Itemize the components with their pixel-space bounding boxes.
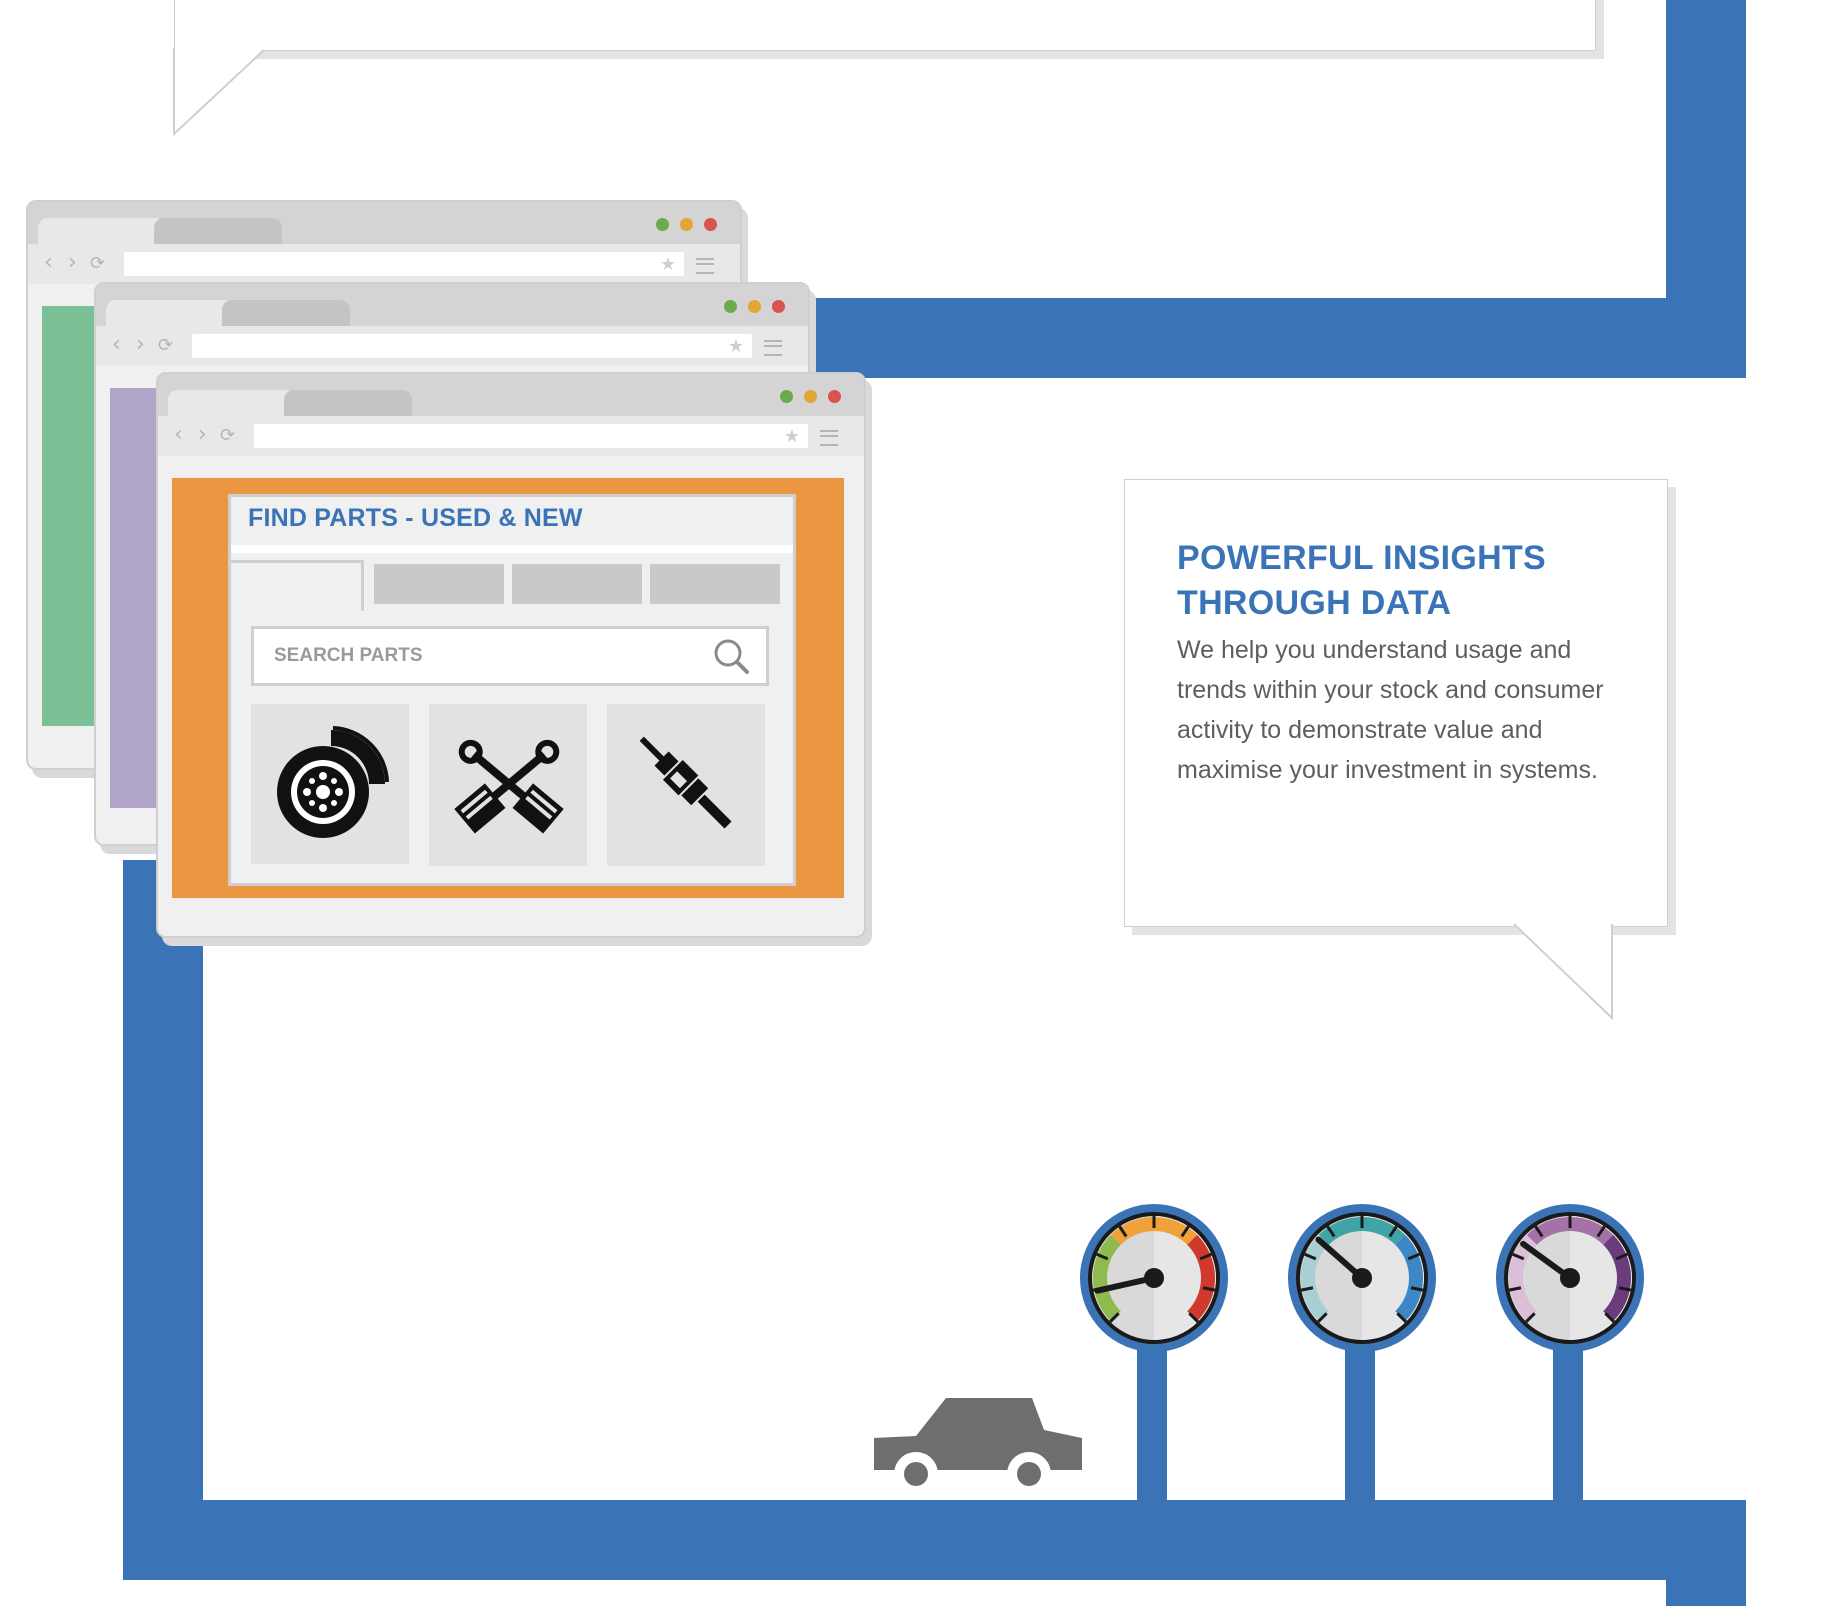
menu-icon[interactable] (820, 430, 838, 446)
browser-toolbar: ‹ › ⟳ ★ (28, 244, 740, 284)
window-dot-yellow[interactable] (748, 300, 761, 313)
gauge-teal (1288, 1204, 1436, 1352)
reload-icon[interactable]: ⟳ (220, 425, 235, 446)
browser-tab[interactable] (106, 300, 234, 326)
gauge-hub (1560, 1268, 1580, 1288)
menu-icon[interactable] (764, 340, 782, 356)
address-bar[interactable]: ★ (254, 424, 808, 448)
window-dot-green[interactable] (656, 218, 669, 231)
bookmark-star-icon[interactable]: ★ (784, 426, 800, 447)
window-dot-red[interactable] (772, 300, 785, 313)
blue-track-right-bottom (1666, 1500, 1746, 1606)
browser-toolbar: ‹ › ⟳ ★ (96, 326, 808, 366)
window-dot-red[interactable] (704, 218, 717, 231)
tab-all-parts[interactable] (231, 560, 364, 611)
parts-finder-title-divider (231, 545, 793, 553)
blue-track-top (730, 298, 1746, 378)
search-parts-placeholder: SEARCH PARTS (274, 645, 423, 666)
browser-tab[interactable] (154, 218, 282, 244)
speech-bubble-top-tail (173, 48, 265, 137)
insights-body: We help you understand usage and trends … (1177, 636, 1604, 784)
window-dot-green[interactable] (780, 390, 793, 403)
browser-tab-strip (96, 284, 808, 326)
blue-track-left (123, 860, 203, 1580)
parts-finder-title: FIND PARTS - USED & NEW (248, 504, 583, 532)
part-tile-engine[interactable] (429, 704, 587, 866)
back-icon[interactable]: ‹ (112, 332, 121, 357)
menu-icon[interactable] (696, 258, 714, 274)
forward-icon[interactable]: › (198, 422, 207, 447)
forward-icon[interactable]: › (136, 332, 145, 357)
forward-icon[interactable]: › (68, 250, 77, 275)
pistons-icon (454, 739, 564, 834)
blue-track-bottom (123, 1500, 1746, 1580)
address-bar[interactable]: ★ (124, 252, 684, 276)
reload-icon[interactable]: ⟳ (90, 253, 105, 274)
bookmark-star-icon[interactable]: ★ (660, 254, 676, 275)
part-tile-ignition[interactable] (607, 704, 765, 866)
tab-category-1[interactable] (374, 564, 504, 604)
tab-category-3[interactable] (650, 564, 780, 604)
spark-plug-icon (639, 736, 732, 829)
gauge-hub (1144, 1268, 1164, 1288)
reload-icon[interactable]: ⟳ (158, 335, 173, 356)
car-icon (874, 1398, 1082, 1492)
gauge-hub (1352, 1268, 1372, 1288)
part-tile-brakes[interactable] (251, 704, 409, 864)
brake-disc-icon (277, 726, 389, 838)
speech-bubble-top (174, 0, 1596, 51)
search-icon[interactable] (712, 637, 750, 675)
back-icon[interactable]: ‹ (44, 250, 53, 275)
browser-toolbar: ‹ › ⟳ ★ (158, 416, 864, 456)
address-bar[interactable]: ★ (192, 334, 752, 358)
back-icon[interactable]: ‹ (174, 422, 183, 447)
window-dot-yellow[interactable] (804, 390, 817, 403)
browser-tab-strip (28, 202, 740, 244)
browser-tab[interactable] (222, 300, 350, 326)
bookmark-star-icon[interactable]: ★ (728, 336, 744, 357)
search-parts-input[interactable]: SEARCH PARTS (251, 626, 769, 686)
tab-category-2[interactable] (512, 564, 642, 604)
gauge-multicolor (1080, 1204, 1228, 1352)
gauge-purple (1496, 1204, 1644, 1352)
window-dot-green[interactable] (724, 300, 737, 313)
browser-tab[interactable] (38, 218, 166, 244)
insights-heading: POWERFUL INSIGHTS THROUGH DATA (1177, 539, 1547, 622)
speech-bubble-insights-tail (1513, 923, 1613, 1021)
browser-tab[interactable] (284, 390, 412, 416)
browser-tab-strip (158, 374, 864, 416)
speech-bubble-insights: POWERFUL INSIGHTS THROUGH DATA We help y… (1124, 479, 1668, 927)
window-dot-red[interactable] (828, 390, 841, 403)
window-dot-yellow[interactable] (680, 218, 693, 231)
browser-tab[interactable] (168, 390, 296, 416)
